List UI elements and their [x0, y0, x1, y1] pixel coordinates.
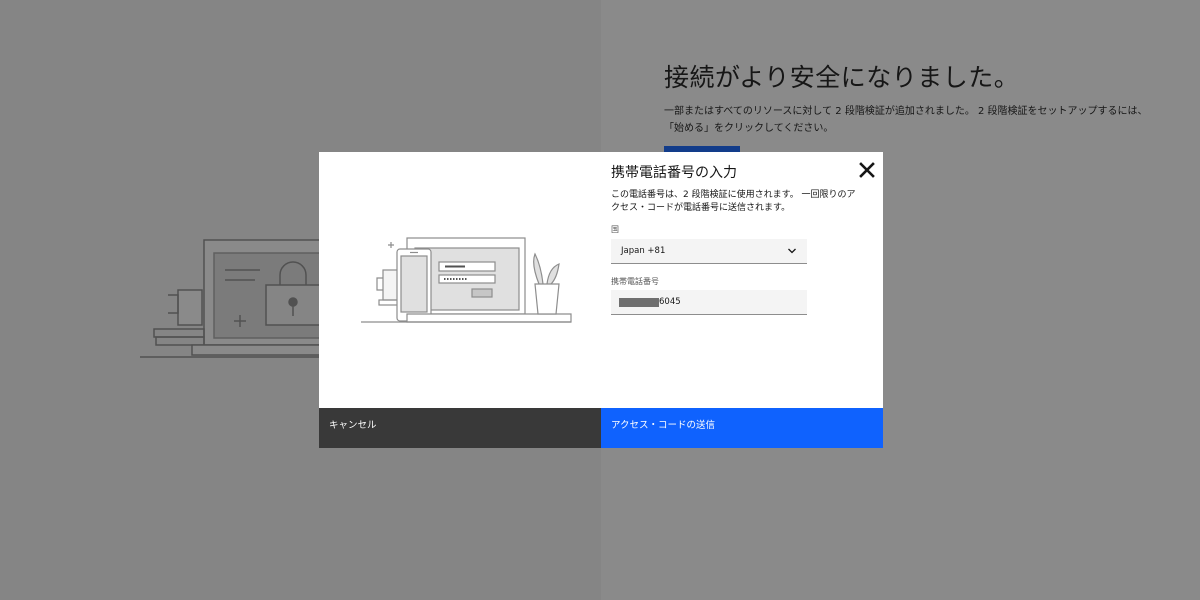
phone-number-modal: 携帯電話番号の入力 この電話番号は、2 段階検証に使用されます。 一回限りのア … — [319, 152, 883, 448]
country-select-value: Japan +81 — [621, 246, 666, 256]
send-access-code-button[interactable]: アクセス・コードの送信 — [601, 408, 883, 448]
phone-label: 携帯電話番号 — [611, 277, 659, 286]
country-select[interactable]: Japan +81 — [611, 239, 807, 264]
close-button[interactable] — [855, 158, 879, 182]
modal-description-line-1: この電話番号は、2 段階検証に使用されます。 一回限りのア — [611, 190, 856, 200]
chevron-down-icon — [788, 248, 796, 254]
cancel-button[interactable]: キャンセル — [319, 408, 601, 448]
close-icon — [859, 162, 875, 178]
cancel-button-label: キャンセル — [329, 420, 377, 431]
phone-number-value: 6045 — [659, 297, 681, 307]
phone-redaction-mask — [619, 298, 659, 307]
modal-description-line-2: クセス・コードが電話番号に送信されます。 — [611, 203, 791, 213]
phone-number-input[interactable]: 6045 — [611, 290, 807, 315]
modal-title: 携帯電話番号の入力 — [611, 165, 737, 181]
send-button-label: アクセス・コードの送信 — [611, 420, 716, 431]
modal-description: この電話番号は、2 段階検証に使用されます。 一回限りのア クセス・コードが電話… — [611, 189, 873, 215]
phone-laptop-login-icon — [361, 237, 572, 323]
country-label: 国 — [611, 225, 619, 234]
